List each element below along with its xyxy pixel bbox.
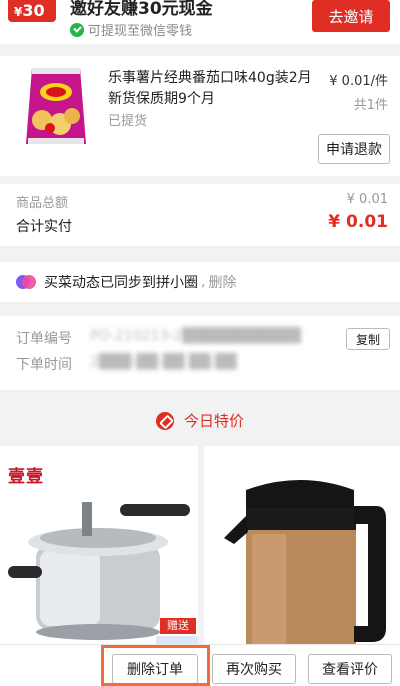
product-price: ¥ 0.01/件 bbox=[329, 74, 388, 89]
deals-title: 今日特价 bbox=[183, 412, 244, 430]
product-name[interactable]: 乐事薯片经典番茄口味40g装2月新货保质期9个月 bbox=[108, 68, 318, 110]
goods-total-value: ¥ 0.01 bbox=[346, 192, 388, 207]
product-thumbnail[interactable] bbox=[16, 66, 96, 146]
today-deals: 今日特价 壹壹 赠送 bbox=[0, 390, 400, 686]
product-quantity: 共1件 bbox=[353, 98, 388, 113]
gift-tag: 赠送 bbox=[160, 618, 196, 634]
sync-text: 买菜动态已同步到拼小圈 bbox=[44, 275, 198, 291]
goods-total-label: 商品总额 bbox=[16, 196, 69, 211]
invite-title: 邀好友赚30元现金 bbox=[70, 0, 213, 19]
order-time-label: 下单时间 bbox=[16, 357, 72, 373]
delete-order-button[interactable]: 删除订单 bbox=[112, 654, 198, 684]
invite-subtitle: 可提现至微信零钱 bbox=[88, 24, 193, 39]
refund-button[interactable]: 申请退款 bbox=[318, 134, 390, 164]
order-number-label: 订单编号 bbox=[16, 331, 72, 347]
copy-button[interactable]: 复制 bbox=[346, 328, 390, 350]
sync-delete-link[interactable]: 删除 bbox=[208, 272, 236, 292]
paid-total-label: 合计实付 bbox=[16, 219, 72, 235]
paid-total-value: ¥ 0.01 bbox=[328, 212, 388, 232]
coupon-badge: ¥30 bbox=[8, 0, 56, 22]
sync-icon bbox=[16, 275, 36, 289]
order-info: 订单编号 PO-210213-2███████████ 复制 下单时间 2███… bbox=[0, 316, 400, 390]
order-number-value: PO-210213-2███████████ bbox=[90, 328, 301, 344]
coupon-amount: 30 bbox=[22, 1, 45, 20]
product-status: 已提货 bbox=[108, 114, 148, 129]
bottom-action-bar: 删除订单 再次购买 查看评价 bbox=[0, 644, 400, 686]
order-totals: 商品总额 ¥ 0.01 合计实付 ¥ 0.01 bbox=[0, 184, 400, 246]
invite-banner: ¥30 邀好友赚30元现金 可提现至微信零钱 去邀请 bbox=[0, 0, 400, 44]
buy-again-button[interactable]: 再次购买 bbox=[212, 654, 296, 684]
sync-notice: 买菜动态已同步到拼小圈 , 删除 bbox=[0, 262, 400, 302]
order-time-value: 2███-██-██ ██:██ bbox=[90, 354, 237, 370]
deals-header: 今日特价 bbox=[0, 410, 400, 431]
view-review-button[interactable]: 查看评价 bbox=[308, 654, 392, 684]
sync-separator: , bbox=[201, 274, 206, 290]
wechat-icon bbox=[70, 22, 84, 37]
invite-button[interactable]: 去邀请 bbox=[312, 0, 390, 32]
brand-logo: 壹壹 bbox=[8, 467, 44, 487]
tag-icon bbox=[155, 411, 174, 430]
invite-subtitle-row: 可提现至微信零钱 bbox=[70, 20, 192, 39]
product-card[interactable]: 乐事薯片经典番茄口味40g装2月新货保质期9个月 已提货 ¥ 0.01/件 共1… bbox=[0, 56, 400, 176]
